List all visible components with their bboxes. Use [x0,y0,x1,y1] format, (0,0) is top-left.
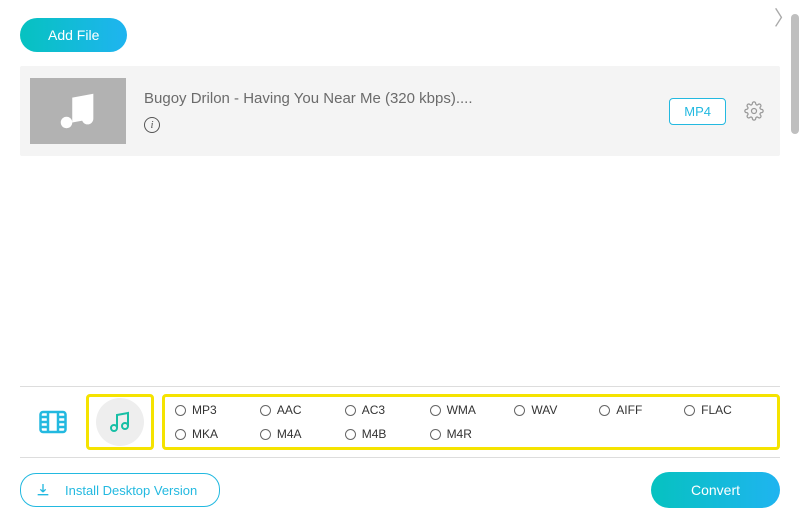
install-desktop-button[interactable]: Install Desktop Version [20,473,220,507]
format-option[interactable]: WAV [514,403,597,417]
format-option[interactable]: AC3 [345,403,428,417]
file-thumbnail [30,78,126,144]
add-file-button[interactable]: Add File [20,18,127,52]
format-option[interactable]: MKA [175,427,258,441]
format-selector-bar: MP3 AAC AC3 WMA WAV AIFF FLAC MKA M4A M4… [20,386,780,458]
format-button[interactable]: MP4 [669,98,726,125]
video-mode-button[interactable] [20,397,86,447]
download-icon [35,482,51,498]
scrollbar[interactable] [790,14,800,526]
music-icon [55,88,101,134]
file-row: Bugoy Drilon - Having You Near Me (320 k… [20,66,780,156]
format-option[interactable]: M4B [345,427,428,441]
gear-icon [744,101,764,121]
format-option[interactable]: AAC [260,403,343,417]
format-option[interactable]: MP3 [175,403,258,417]
audio-icon [108,410,132,434]
format-option[interactable]: M4R [430,427,513,441]
audio-mode-button[interactable] [86,394,154,450]
info-icon[interactable]: i [144,117,160,133]
convert-button[interactable]: Convert [651,472,780,508]
format-option[interactable]: WMA [430,403,513,417]
format-option[interactable]: M4A [260,427,343,441]
scrollbar-thumb[interactable] [791,14,799,134]
format-option[interactable]: AIFF [599,403,682,417]
audio-formats-panel: MP3 AAC AC3 WMA WAV AIFF FLAC MKA M4A M4… [162,394,780,450]
file-title: Bugoy Drilon - Having You Near Me (320 k… [144,90,651,107]
settings-button[interactable] [744,101,764,121]
format-option[interactable]: FLAC [684,403,767,417]
video-icon [38,407,68,437]
